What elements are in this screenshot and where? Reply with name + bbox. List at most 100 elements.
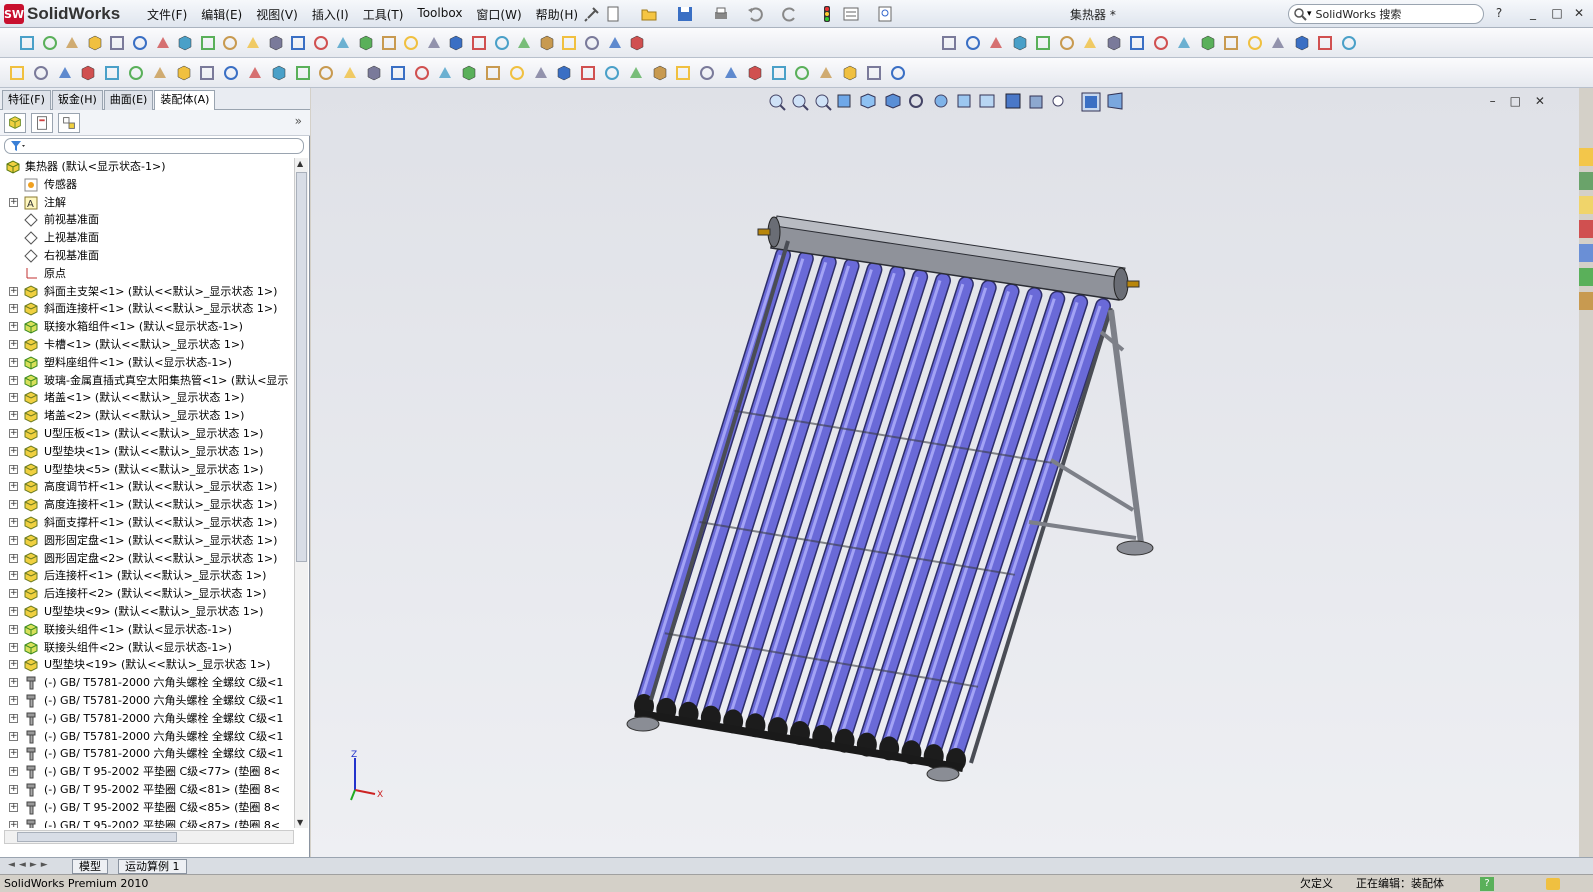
sketch-tool-15-icon[interactable] — [334, 34, 352, 52]
tree-item[interactable]: + (-) GB/ T5781-2000 六角头螺栓 全螺纹 C级<1 — [0, 745, 294, 763]
assembly-tool-15-icon[interactable] — [341, 64, 359, 82]
expand-icon[interactable]: + — [9, 393, 18, 403]
expand-icon[interactable]: + — [9, 322, 18, 332]
sketch-tool-16-icon[interactable] — [357, 34, 375, 52]
view-tool-8-icon[interactable] — [1105, 34, 1123, 52]
sketch-tool-3-icon[interactable] — [63, 34, 81, 52]
sketch-tool-22-icon[interactable] — [493, 34, 511, 52]
tree-item[interactable]: + 高度调节杆<1> (默认<<默认>_显示状态 1>) — [0, 478, 294, 496]
assembly-tool-28-icon[interactable] — [651, 64, 669, 82]
sketch-tool-7-icon[interactable] — [154, 34, 172, 52]
custom-properties-icon[interactable] — [1579, 292, 1593, 310]
assembly-tool-20-icon[interactable] — [460, 64, 478, 82]
tree-filter[interactable] — [4, 138, 304, 154]
expand-icon[interactable]: + — [9, 731, 18, 741]
view-tool-3-icon[interactable] — [987, 34, 1005, 52]
tab-sheet-metal[interactable]: 钣金(H) — [51, 90, 103, 110]
view-tool-11-icon[interactable] — [1175, 34, 1193, 52]
expand-icon[interactable]: + — [9, 286, 18, 296]
assembly-tool-26-icon[interactable] — [603, 64, 621, 82]
tree-item[interactable]: + U型垫块<5> (默认<<默认>_显示状态 1>) — [0, 461, 294, 479]
sketch-tool-1-icon[interactable] — [18, 34, 36, 52]
assembly-tool-19-icon[interactable] — [436, 64, 454, 82]
assembly-tool-9-icon[interactable] — [198, 64, 216, 82]
assembly-tool-29-icon[interactable] — [674, 64, 692, 82]
sketch-tool-27-icon[interactable] — [606, 34, 624, 52]
status-help-icon[interactable]: ? — [1480, 877, 1494, 891]
tree-item[interactable]: + (-) GB/ T 95-2002 平垫圈 C级<77> (垫圈 8< — [0, 763, 294, 781]
sketch-tool-26-icon[interactable] — [583, 34, 601, 52]
assembly-tool-2-icon[interactable] — [32, 64, 50, 82]
assembly-tool-16-icon[interactable] — [365, 64, 383, 82]
tree-item[interactable]: 右视基准面 — [0, 247, 294, 265]
tree-item[interactable]: + 后连接杆<1> (默认<<默认>_显示状态 1>) — [0, 567, 294, 585]
assembly-tool-36-icon[interactable] — [841, 64, 859, 82]
expand-icon[interactable]: + — [9, 340, 18, 349]
expand-icon[interactable]: + — [9, 802, 18, 812]
expand-icon[interactable]: + — [9, 785, 18, 794]
assembly-tool-24-icon[interactable] — [555, 64, 573, 82]
view-tool-12-icon[interactable] — [1199, 34, 1217, 52]
close-button[interactable]: ✕ — [1570, 5, 1588, 21]
tree-item[interactable]: + 联接头组件<1> (默认<显示状态-1>) — [0, 621, 294, 639]
sketch-tool-23-icon[interactable] — [515, 34, 533, 52]
new-document-icon[interactable] — [604, 5, 622, 23]
sketch-tool-25-icon[interactable] — [560, 34, 578, 52]
maximize-button[interactable]: □ — [1548, 5, 1566, 21]
menu-window[interactable]: 窗口(W) — [469, 4, 528, 25]
graphics-area[interactable]: –□✕ Z X — [311, 88, 1579, 857]
menu-file[interactable]: 文件(F) — [140, 4, 194, 25]
expand-icon[interactable]: + — [9, 446, 18, 456]
sketch-tool-5-icon[interactable] — [108, 34, 126, 52]
expand-icon[interactable]: + — [9, 553, 18, 563]
assembly-tool-7-icon[interactable] — [151, 64, 169, 82]
appearances-icon[interactable] — [1579, 268, 1593, 286]
file-explorer-icon[interactable] — [1579, 196, 1593, 214]
expand-icon[interactable]: + — [9, 357, 18, 367]
assembly-tool-12-icon[interactable] — [270, 64, 288, 82]
expand-icon[interactable]: + — [9, 678, 18, 688]
view-tool-14-icon[interactable] — [1246, 34, 1264, 52]
tree-item[interactable]: + (-) GB/ T5781-2000 六角头螺栓 全螺纹 C级<1 — [0, 728, 294, 746]
tab-navigation-arrows[interactable]: ◄◄►► — [8, 860, 52, 870]
assembly-tool-34-icon[interactable] — [793, 64, 811, 82]
menu-insert[interactable]: 插入(I) — [305, 4, 356, 25]
assembly-tool-3-icon[interactable] — [56, 64, 74, 82]
expand-icon[interactable]: + — [9, 767, 18, 777]
tree-item[interactable]: 上视基准面 — [0, 229, 294, 247]
tree-item[interactable]: + (-) GB/ T5781-2000 六角头螺栓 全螺纹 C级<1 — [0, 692, 294, 710]
view-tool-5-icon[interactable] — [1034, 34, 1052, 52]
menu-view[interactable]: 视图(V) — [249, 4, 305, 25]
expand-icon[interactable]: + — [9, 820, 18, 828]
view-tool-10-icon[interactable] — [1152, 34, 1170, 52]
expand-icon[interactable]: + — [9, 500, 18, 510]
view-tool-15-icon[interactable] — [1269, 34, 1287, 52]
assembly-tool-17-icon[interactable] — [389, 64, 407, 82]
tree-item[interactable]: + U型垫块<9> (默认<<默认>_显示状态 1>) — [0, 603, 294, 621]
expand-icon[interactable]: + — [9, 482, 18, 492]
view-tool-4-icon[interactable] — [1011, 34, 1029, 52]
expand-icon[interactable]: + — [9, 607, 18, 616]
expand-icon[interactable]: + — [9, 535, 18, 545]
tab-assembly[interactable]: 装配体(A) — [154, 90, 216, 110]
assembly-tool-14-icon[interactable] — [317, 64, 335, 82]
tab-model[interactable]: 模型 — [72, 859, 108, 874]
options-icon[interactable] — [842, 5, 860, 23]
view-tool-7-icon[interactable] — [1081, 34, 1099, 52]
assembly-tool-6-icon[interactable] — [127, 64, 145, 82]
tree-item[interactable]: + (-) GB/ T 95-2002 平垫圈 C级<81> (垫圈 8< — [0, 781, 294, 799]
assembly-tool-38-icon[interactable] — [889, 64, 907, 82]
solidworks-logo[interactable]: SW SolidWorks — [4, 3, 120, 25]
sketch-tool-4-icon[interactable] — [86, 34, 104, 52]
search-box[interactable]: ▾ SolidWorks 搜索 — [1288, 4, 1484, 24]
tree-vertical-scrollbar[interactable]: ▲ ▼ — [294, 158, 308, 828]
assembly-tool-23-icon[interactable] — [532, 64, 550, 82]
search-results-icon[interactable] — [1579, 220, 1593, 238]
expand-icon[interactable]: + — [9, 304, 18, 314]
expand-icon[interactable]: + — [9, 713, 18, 723]
sketch-tool-17-icon[interactable] — [380, 34, 398, 52]
assembly-tool-13-icon[interactable] — [294, 64, 312, 82]
tree-item[interactable]: + 堵盖<2> (默认<<默认>_显示状态 1>) — [0, 407, 294, 425]
tree-root[interactable]: 集热器 (默认<显示状态-1>) — [0, 158, 294, 176]
configuration-manager-tab-icon[interactable] — [58, 113, 80, 133]
